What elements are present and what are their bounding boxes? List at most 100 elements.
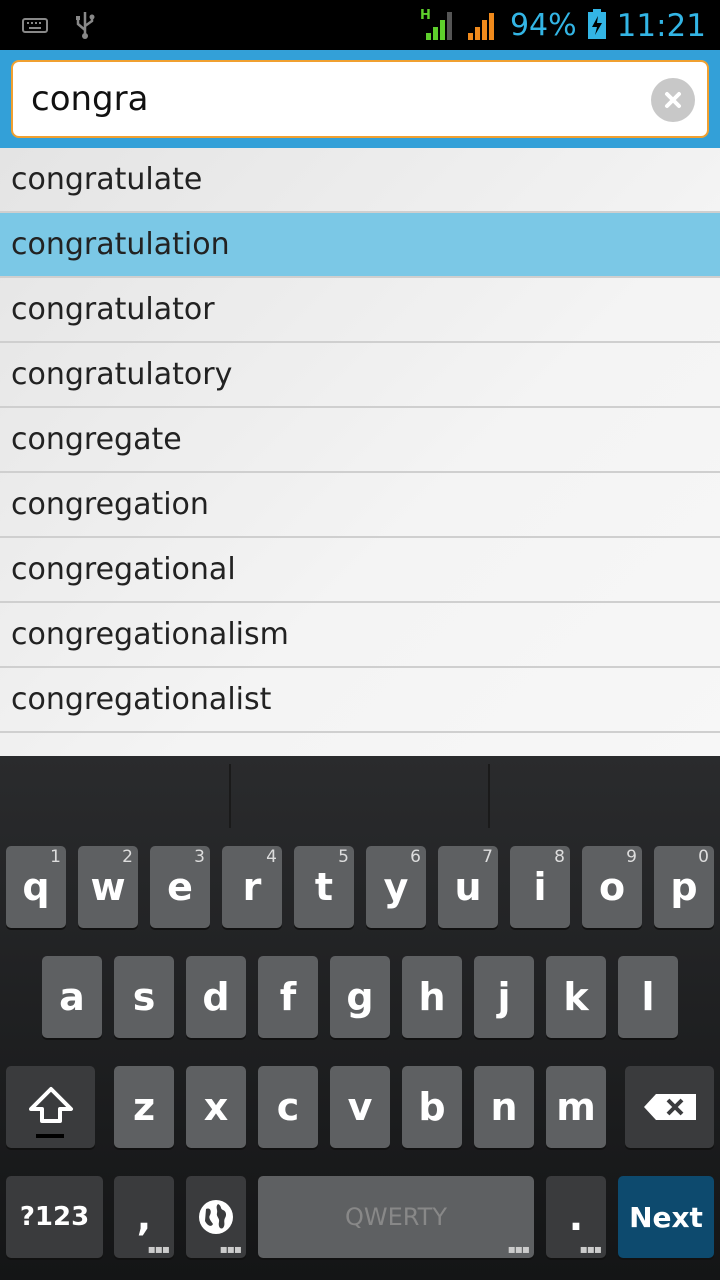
- key-label: k: [563, 975, 589, 1019]
- backspace-icon: [643, 1094, 696, 1120]
- key-l[interactable]: l: [618, 956, 678, 1038]
- backspace-key[interactable]: [625, 1066, 714, 1148]
- key-label: o: [598, 865, 626, 909]
- key-r[interactable]: r4: [222, 846, 282, 928]
- key-label: d: [202, 975, 230, 1019]
- key-label: x: [203, 1085, 229, 1129]
- key-label: u: [454, 865, 482, 909]
- key-x[interactable]: x: [186, 1066, 246, 1148]
- key-label: w: [90, 865, 126, 909]
- key-f[interactable]: f: [258, 956, 318, 1038]
- suggestion-item-partial[interactable]: [0, 733, 720, 756]
- key-hint: 2: [122, 847, 133, 867]
- svg-text:H: H: [420, 8, 431, 23]
- key-label: g: [346, 975, 374, 1019]
- clear-search-button[interactable]: [651, 78, 695, 122]
- shift-key[interactable]: [6, 1066, 95, 1148]
- next-key[interactable]: Next: [618, 1176, 714, 1258]
- key-a[interactable]: a: [42, 956, 102, 1038]
- key-z[interactable]: z: [114, 1066, 174, 1148]
- key-q[interactable]: q1: [6, 846, 66, 928]
- space-key[interactable]: QWERTY ▪▪▪: [258, 1176, 534, 1258]
- suggestion-item[interactable]: congregation: [0, 473, 720, 538]
- space-key-label: QWERTY: [344, 1203, 448, 1231]
- key-hint: 9: [626, 847, 637, 867]
- battery-percent: 94%: [509, 8, 577, 43]
- key-b[interactable]: b: [402, 1066, 462, 1148]
- key-label: p: [670, 865, 698, 909]
- suggestion-item[interactable]: congratulation: [0, 213, 720, 278]
- suggestion-item[interactable]: congregationalism: [0, 603, 720, 668]
- key-hint: 5: [338, 847, 349, 867]
- key-hint: 4: [266, 847, 277, 867]
- more-dots-icon: ▪▪▪: [147, 1242, 170, 1256]
- key-hint: 8: [554, 847, 565, 867]
- candidate-divider: [488, 764, 490, 828]
- key-p[interactable]: p0: [654, 846, 714, 928]
- symbols-key[interactable]: ?123: [6, 1176, 103, 1258]
- key-label: b: [418, 1085, 446, 1129]
- key-c[interactable]: c: [258, 1066, 318, 1148]
- shift-indicator: [36, 1134, 64, 1138]
- suggestion-item[interactable]: congratulatory: [0, 343, 720, 408]
- clock: 11:21: [616, 8, 706, 44]
- key-label: v: [347, 1085, 373, 1129]
- candidate-divider: [229, 764, 231, 828]
- key-n[interactable]: n: [474, 1066, 534, 1148]
- close-icon: [665, 92, 681, 108]
- search-input[interactable]: congra: [11, 60, 709, 138]
- key-hint: 3: [194, 847, 205, 867]
- key-label: y: [383, 865, 409, 909]
- key-v[interactable]: v: [330, 1066, 390, 1148]
- suggestion-item[interactable]: congratulate: [0, 148, 720, 213]
- key-w[interactable]: w2: [78, 846, 138, 928]
- suggestion-item[interactable]: congregational: [0, 538, 720, 603]
- key-t[interactable]: t5: [294, 846, 354, 928]
- key-s[interactable]: s: [114, 956, 174, 1038]
- key-label: l: [641, 975, 655, 1019]
- keyboard-icon: [22, 15, 48, 39]
- key-label: t: [314, 865, 334, 909]
- search-header: congra: [0, 50, 720, 148]
- key-m[interactable]: m: [546, 1066, 606, 1148]
- suggestion-item[interactable]: congratulator: [0, 278, 720, 343]
- key-i[interactable]: i8: [510, 846, 570, 928]
- key-label: r: [242, 865, 262, 909]
- key-k[interactable]: k: [546, 956, 606, 1038]
- key-hint: 0: [698, 847, 709, 867]
- key-label: h: [418, 975, 446, 1019]
- key-d[interactable]: d: [186, 956, 246, 1038]
- key-label: e: [167, 865, 193, 909]
- language-key[interactable]: ▪▪▪: [186, 1176, 246, 1258]
- key-hint: 1: [50, 847, 61, 867]
- key-hint: 6: [410, 847, 421, 867]
- comma-key[interactable]: , ▪▪▪: [114, 1176, 174, 1258]
- key-u[interactable]: u7: [438, 846, 498, 928]
- key-label: j: [497, 975, 511, 1019]
- suggestion-list[interactable]: congratulate congratulation congratulator c…: [0, 148, 720, 756]
- key-y[interactable]: y6: [366, 846, 426, 928]
- key-label: a: [59, 975, 85, 1019]
- key-h[interactable]: h: [402, 956, 462, 1038]
- period-key[interactable]: . ▪▪▪: [546, 1176, 606, 1258]
- key-label: i: [533, 865, 547, 909]
- signal-icon: [466, 7, 500, 45]
- key-o[interactable]: o9: [582, 846, 642, 928]
- search-input-text: congra: [31, 79, 149, 119]
- suggestion-item[interactable]: congregationalist: [0, 668, 720, 733]
- key-label: n: [490, 1085, 518, 1129]
- key-label: z: [132, 1085, 156, 1129]
- usb-icon: [74, 10, 96, 44]
- more-dots-icon: ▪▪▪: [507, 1242, 530, 1256]
- key-e[interactable]: e3: [150, 846, 210, 928]
- key-label: f: [279, 975, 297, 1019]
- key-label: m: [556, 1085, 596, 1129]
- status-bar: H 94% 11:21: [0, 0, 720, 50]
- signal-h-icon: H: [420, 7, 456, 45]
- soft-keyboard: q1w2e3r4t5y6u7i8o9p0asdfghjklzxcvbnm ?12…: [0, 756, 720, 1280]
- key-g[interactable]: g: [330, 956, 390, 1038]
- more-dots-icon: ▪▪▪: [219, 1242, 242, 1256]
- suggestion-item[interactable]: congregate: [0, 408, 720, 473]
- shift-arrow-icon: [28, 1087, 73, 1123]
- key-j[interactable]: j: [474, 956, 534, 1038]
